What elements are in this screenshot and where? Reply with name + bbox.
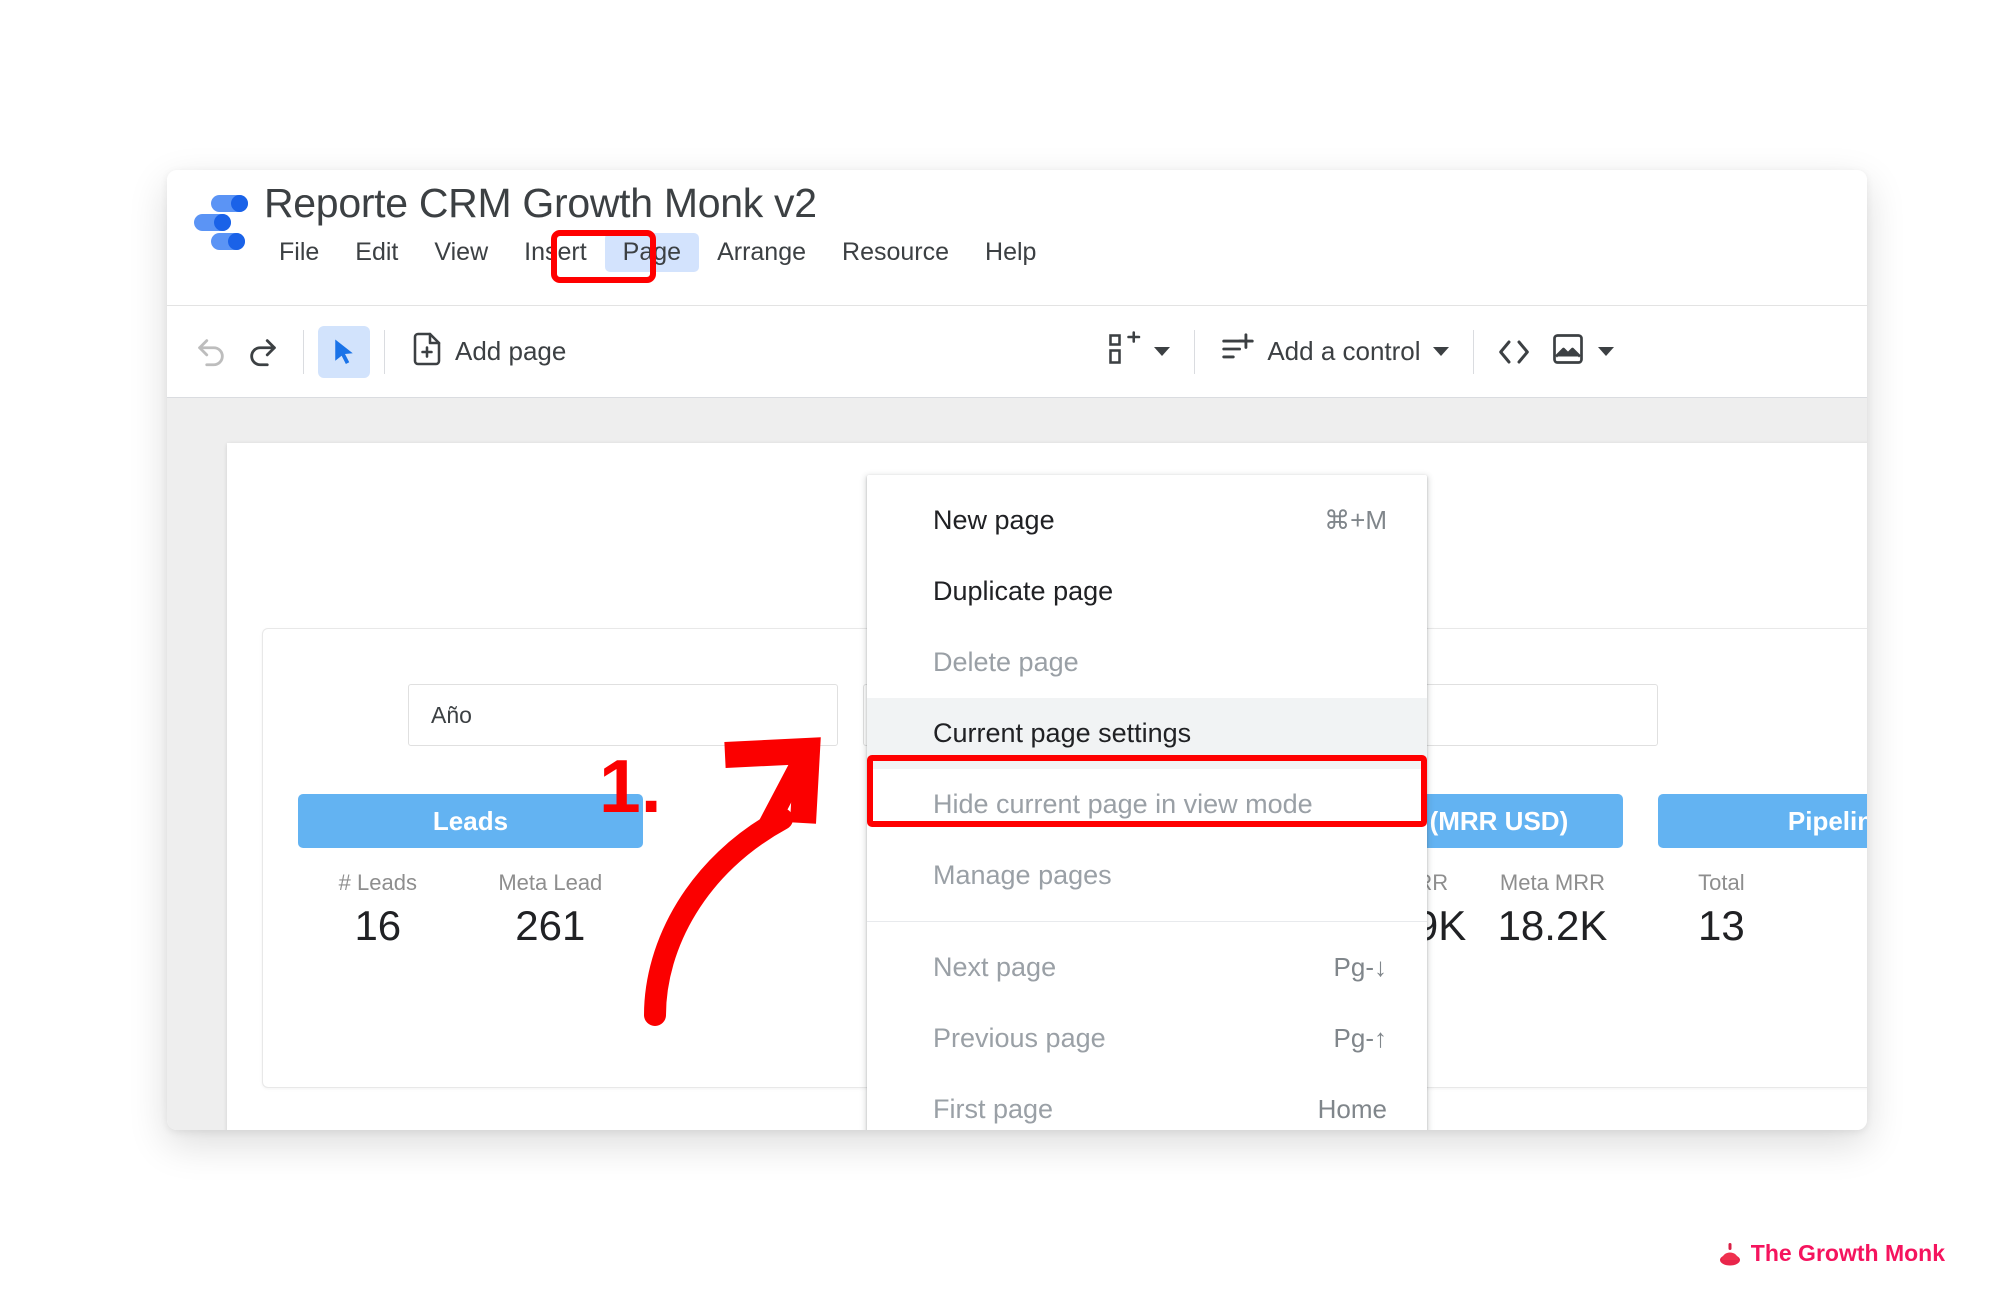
menu-option-label: Previous page (933, 1023, 1106, 1053)
kpi-metric-label: Meta MRR (1499, 870, 1606, 895)
looker-studio-logo (194, 195, 248, 250)
insert-image-button[interactable] (1540, 325, 1624, 378)
kpi-card-pipeline-title: Pipelin (1658, 794, 1867, 848)
looker-studio-window: Reporte CRM Growth Monk v2 File Edit Vie… (167, 170, 1867, 1130)
menu-option-shortcut: Pg-↓ (1333, 952, 1387, 982)
kpi-metric-label: # Leads (338, 870, 417, 895)
menu-option-next-page: Next page Pg-↓ (867, 932, 1427, 1003)
menu-option-shortcut: Pg-↑ (1333, 1023, 1387, 1053)
menu-option-previous-page: Previous page Pg-↑ (867, 1003, 1427, 1074)
menu-item-view[interactable]: View (416, 233, 506, 272)
menu-option-manage-pages: Manage pages (867, 840, 1427, 911)
menu-option-current-page-settings[interactable]: Current page settings (867, 698, 1427, 769)
menu-option-new-page[interactable]: New page ⌘+M (867, 485, 1427, 556)
kpi-card-leads[interactable]: Leads # Leads 16 Meta Lead 261 (298, 794, 643, 974)
filter-control-icon (1219, 330, 1257, 373)
add-page-button[interactable]: Add page (399, 325, 576, 378)
kpi-metric-value: 261 (515, 902, 586, 949)
kpi-metric: Meta Lead 261 (498, 870, 602, 950)
toolbar: Add page Add a control (167, 305, 1867, 398)
add-a-chart-button[interactable] (1096, 325, 1180, 378)
kpi-card-pipeline[interactable]: Pipelin Total 13 (1658, 794, 1867, 974)
menu-item-resource[interactable]: Resource (824, 233, 967, 272)
menu-option-duplicate-page[interactable]: Duplicate page (867, 556, 1427, 627)
menu-item-arrange[interactable]: Arrange (699, 233, 824, 272)
add-control-chevron-down-icon[interactable] (1432, 347, 1449, 356)
filter-ano-value: Año (431, 701, 472, 728)
kpi-card-leads-title: Leads (298, 794, 643, 848)
menu-option-label: New page (933, 505, 1055, 535)
menu-option-hide-current-page: Hide current page in view mode (867, 769, 1427, 840)
toolbar-divider-3 (1194, 329, 1196, 374)
add-a-control-button[interactable]: Add a control (1209, 324, 1458, 379)
filter-ano[interactable]: Año (408, 684, 838, 746)
add-a-control-label: Add a control (1267, 336, 1421, 366)
menu-divider (867, 921, 1427, 922)
menu-item-insert[interactable]: Insert (506, 233, 605, 272)
menu-item-help[interactable]: Help (967, 233, 1054, 272)
menu-item-page[interactable]: Page (604, 233, 700, 272)
annotation-step-number: 1. (599, 744, 662, 828)
screenshot-root: Reporte CRM Growth Monk v2 File Edit Vie… (0, 0, 2000, 1300)
kpi-metric: Meta MRR 18.2K (1498, 870, 1608, 950)
add-page-label: Add page (455, 336, 567, 366)
menu-item-file[interactable]: File (261, 233, 337, 272)
menu-option-shortcut: ⌘+M (1324, 505, 1387, 535)
kpi-metric: Total 13 (1698, 870, 1745, 950)
menu-option-label: Manage pages (933, 860, 1112, 890)
add-chart-icon (1106, 331, 1142, 372)
toolbar-divider-2 (384, 329, 385, 374)
menu-option-shortcut: Home (1317, 1094, 1387, 1124)
kpi-metric-value: 18.2K (1497, 902, 1608, 949)
undo-icon[interactable] (185, 326, 237, 378)
select-tool-icon[interactable] (318, 325, 370, 378)
kpi-metric-label: Meta Lead (498, 870, 603, 895)
menu-option-label: Delete page (933, 647, 1079, 677)
page-dropdown-menu: New page ⌘+M Duplicate page Delete page … (867, 475, 1427, 1130)
add-chart-chevron-down-icon[interactable] (1154, 347, 1171, 356)
kpi-metric: # Leads 16 (339, 870, 417, 950)
menu-option-label: Duplicate page (933, 576, 1114, 606)
menu-item-edit[interactable]: Edit (337, 233, 416, 272)
app-header: Reporte CRM Growth Monk v2 File Edit Vie… (167, 170, 1867, 305)
image-icon (1550, 331, 1586, 372)
menu-option-label: First page (933, 1094, 1054, 1124)
toolbar-divider-4 (1472, 329, 1474, 374)
embed-code-icon[interactable] (1488, 326, 1540, 378)
menu-bar: File Edit View Insert Page Arrange Resou… (261, 233, 1054, 272)
menu-option-label: Next page (933, 952, 1057, 982)
menu-option-label: Current page settings (933, 718, 1192, 748)
monk-hat-icon (1718, 1241, 1742, 1267)
toolbar-divider-1 (303, 329, 304, 374)
redo-icon[interactable] (237, 326, 289, 378)
watermark: The Growth Monk (1718, 1240, 1945, 1267)
document-title[interactable]: Reporte CRM Growth Monk v2 (264, 180, 817, 227)
kpi-metric-value: 16 (354, 902, 402, 949)
kpi-metric-value: 13 (1698, 902, 1745, 949)
menu-option-first-page: First page Home (867, 1074, 1427, 1130)
add-page-icon (409, 331, 445, 372)
kpi-metric-label: Total (1698, 870, 1745, 895)
watermark-text: The Growth Monk (1750, 1240, 1945, 1266)
menu-option-delete-page: Delete page (867, 627, 1427, 698)
image-chevron-down-icon[interactable] (1597, 347, 1614, 356)
menu-option-label: Hide current page in view mode (933, 789, 1313, 819)
